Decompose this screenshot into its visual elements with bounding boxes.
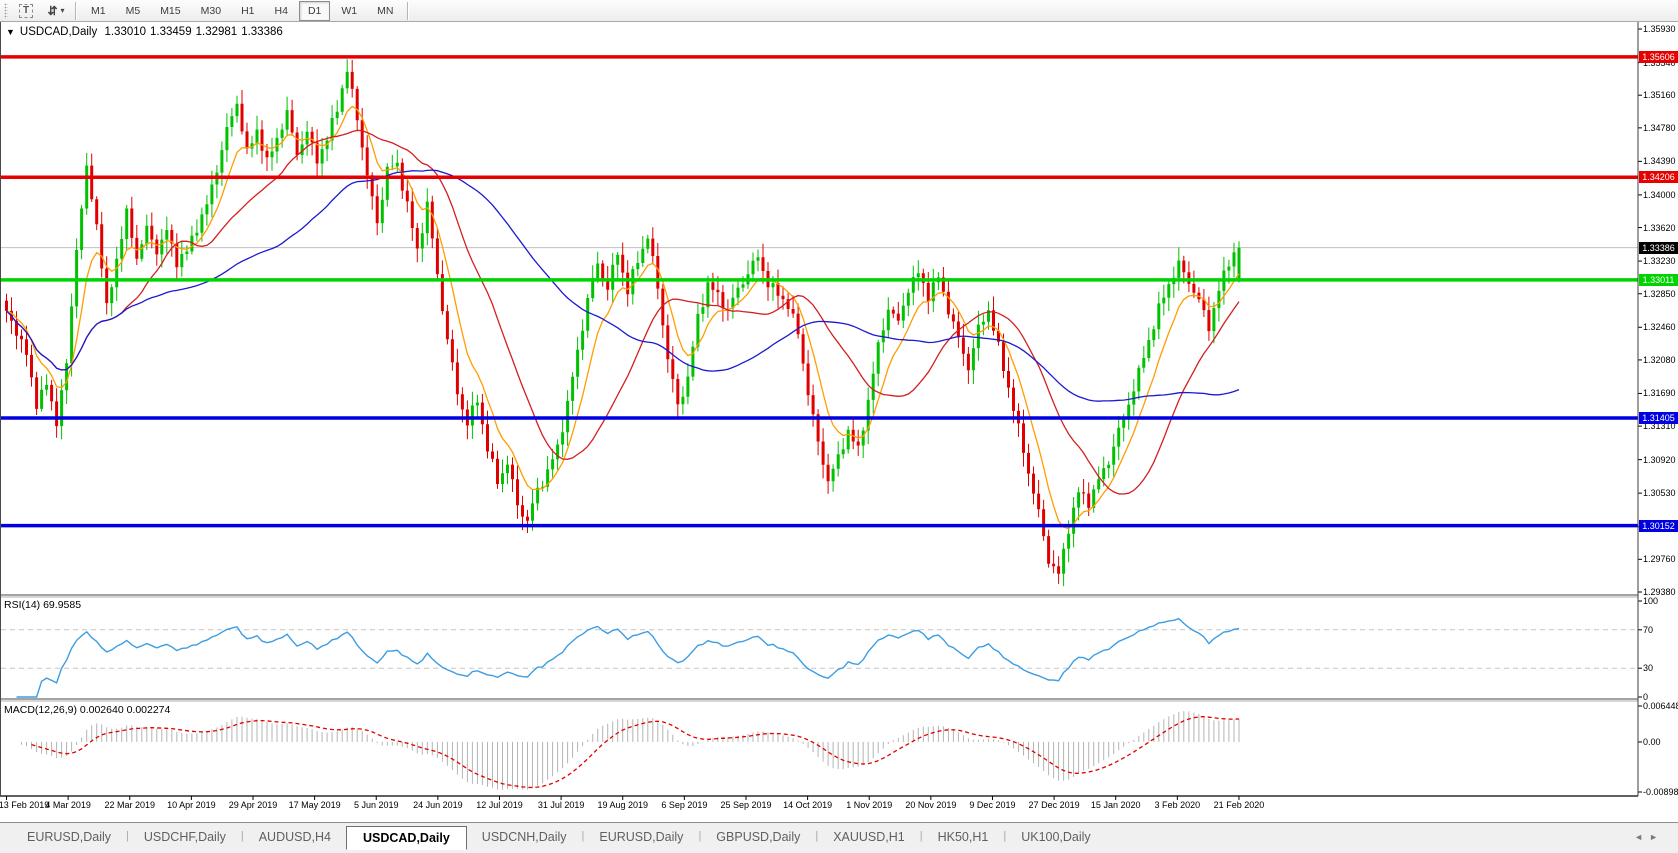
date-label: 17 May 2019: [289, 800, 341, 810]
price-axis-label: 1.32080: [1643, 355, 1676, 365]
candle-bodies-bull: [40, 72, 1240, 574]
date-label: 21 Feb 2020: [1214, 800, 1265, 810]
tab-usdcnh-daily[interactable]: USDCNH,Daily: [467, 826, 582, 850]
quote-high: 1.33459: [150, 26, 192, 38]
price-axis-label: 1.31690: [1643, 388, 1676, 398]
date-label: 1 Nov 2019: [846, 800, 892, 810]
rsi-axis-label: 100: [1643, 596, 1658, 606]
date-label: 19 Aug 2019: [597, 800, 648, 810]
tab-gbpusd-daily[interactable]: GBPUSD,Daily: [701, 826, 815, 850]
quote-low: 1.32981: [196, 26, 238, 38]
level-price-label: 1.30152: [1639, 520, 1678, 532]
level-price-label: 1.33386: [1639, 242, 1678, 254]
macd-axis-label: 0.006448: [1643, 701, 1678, 711]
rsi-line: [17, 619, 1240, 697]
candle-wicks-bull: [42, 59, 1239, 586]
ma-line-medium: [7, 130, 1240, 494]
quote-open: 1.33010: [104, 26, 146, 38]
date-label: 14 Oct 2019: [783, 800, 832, 810]
rsi-axis-label: 70: [1643, 625, 1653, 635]
tab-nav: ◄►: [1634, 832, 1664, 842]
quote-close: 1.33386: [241, 26, 283, 38]
tab-list: EURUSD,Daily|USDCHF,Daily|AUDUSD,H4USDCA…: [12, 823, 1106, 850]
ma-line-fast: [7, 107, 1240, 529]
date-label: 29 Apr 2019: [229, 800, 278, 810]
date-label: 3 Feb 2020: [1155, 800, 1201, 810]
date-label: 10 Apr 2019: [167, 800, 216, 810]
tab-eurusd-daily[interactable]: EURUSD,Daily: [12, 826, 126, 850]
level-price-label: 1.31405: [1639, 412, 1678, 424]
macd-signal-line: [32, 717, 1240, 788]
tab-usdcad-daily[interactable]: USDCAD,Daily: [346, 826, 467, 850]
tab-scroll-right-icon[interactable]: ►: [1649, 832, 1664, 842]
date-label: 5 Jun 2019: [354, 800, 399, 810]
chart-canvas[interactable]: [0, 0, 1678, 822]
price-axis-label: 1.34780: [1643, 123, 1676, 133]
rsi-label: RSI(14) 69.9585: [4, 599, 81, 611]
price-axis-label: 1.35160: [1643, 90, 1676, 100]
level-price-label: 1.33011: [1639, 274, 1678, 286]
chart-title: ▼ USDCAD,Daily 1.33010 1.33459 1.329811.333…: [6, 26, 287, 38]
date-label: 25 Sep 2019: [720, 800, 771, 810]
tab-uk100-daily[interactable]: UK100,Daily: [1006, 826, 1105, 850]
macd-label: MACD(12,26,9) 0.002640 0.002274: [4, 704, 170, 716]
tab-xauusd-h1[interactable]: XAUUSD,H1: [818, 826, 920, 850]
date-label: 31 Jul 2019: [538, 800, 585, 810]
tab-usdchf-daily[interactable]: USDCHF,Daily: [129, 826, 241, 850]
date-label: 9 Dec 2019: [969, 800, 1015, 810]
date-label: 6 Sep 2019: [661, 800, 707, 810]
macd-histogram: [22, 711, 1240, 790]
rsi-axis-label: 30: [1643, 663, 1653, 673]
date-label: 13 Feb 2019: [0, 800, 49, 810]
price-axis-label: 1.34000: [1643, 190, 1676, 200]
date-label: 20 Nov 2019: [905, 800, 956, 810]
chart-symbol: USDCAD,Daily: [20, 26, 97, 38]
price-axis-label: 1.32850: [1643, 289, 1676, 299]
price-axis-label: 1.30920: [1643, 455, 1676, 465]
tab-hk50-h1[interactable]: HK50,H1: [923, 826, 1004, 850]
tab-audusd-h4[interactable]: AUDUSD,H4: [244, 826, 346, 850]
macd-axis-label: -0.00898: [1643, 787, 1678, 797]
date-label: 12 Jul 2019: [476, 800, 523, 810]
date-label: 24 Jun 2019: [413, 800, 463, 810]
date-label: 4 Mar 2019: [45, 800, 91, 810]
symbol-dropdown-icon[interactable]: ▼: [6, 27, 15, 37]
price-axis-label: 1.30530: [1643, 488, 1676, 498]
candle-bodies-bear: [5, 72, 1210, 574]
level-price-label: 1.35606: [1639, 51, 1678, 63]
tab-bar: EURUSD,Daily|USDCHF,Daily|AUDUSD,H4USDCA…: [0, 822, 1678, 853]
date-label: 15 Jan 2020: [1091, 800, 1141, 810]
price-axis-label: 1.33620: [1643, 223, 1676, 233]
price-axis-label: 1.32460: [1643, 322, 1676, 332]
price-axis-label: 1.34390: [1643, 156, 1676, 166]
mt4-window: T ⇵ ▾ M1M5M15M30H1H4D1W1MN ▼USDCAD,Daily…: [0, 0, 1678, 853]
tab-eurusd-daily[interactable]: EURUSD,Daily: [584, 826, 698, 850]
price-axis-label: 1.35930: [1643, 24, 1676, 34]
tab-scroll-left-icon[interactable]: ◄: [1634, 832, 1649, 842]
macd-axis-label: 0.00: [1643, 737, 1661, 747]
date-label: 22 Mar 2019: [104, 800, 155, 810]
price-axis-label: 1.29760: [1643, 554, 1676, 564]
price-axis-label: 1.33230: [1643, 256, 1676, 266]
level-price-label: 1.34206: [1639, 171, 1678, 183]
date-label: 27 Dec 2019: [1029, 800, 1080, 810]
